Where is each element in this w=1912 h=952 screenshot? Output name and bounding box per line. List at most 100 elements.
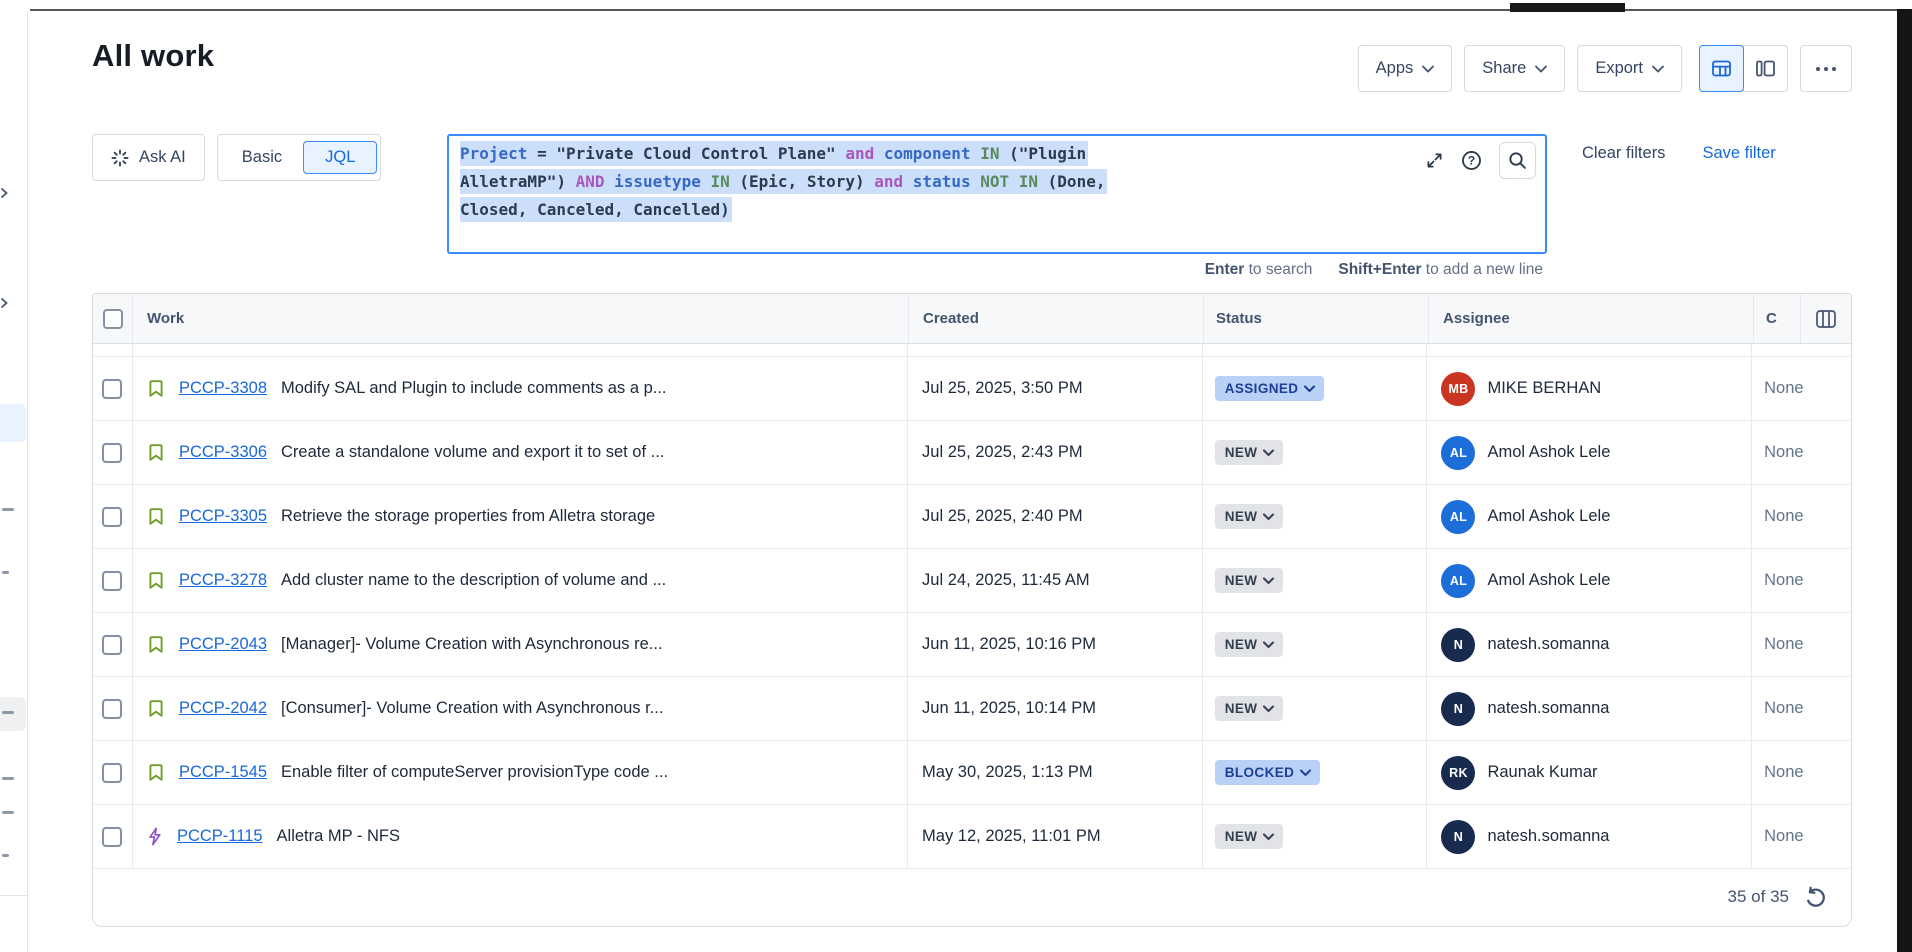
column-header-created[interactable]: Created [909,294,1204,343]
status-badge[interactable]: NEW [1215,632,1284,657]
work-cell: PCCP-3305Retrieve the storage properties… [133,485,908,548]
issue-key-link[interactable]: PCCP-3278 [179,571,267,590]
created-cell: Jul 25, 2025, 2:43 PM [908,421,1203,484]
row-checkbox[interactable] [102,635,122,655]
chevron-down-icon [1304,385,1315,393]
jql-box-icons: ? [1425,139,1536,181]
status-badge[interactable]: NEW [1215,696,1284,721]
extra-cell: None [1752,549,1851,612]
table-row[interactable]: PCCP-3308Modify SAL and Plugin to includ… [93,357,1851,421]
jql-token [903,172,913,191]
status-cell: BLOCKED [1203,741,1428,804]
table-row[interactable]: PCCP-1115 Alletra MP - NFS May 12, 2025, 1… [93,805,1851,869]
avatar: MB [1441,372,1475,406]
ask-ai-button[interactable]: Ask AI [92,134,205,181]
table-row[interactable]: PCCP-1545Enable filter of computeServer … [93,741,1851,805]
row-checkbox[interactable] [102,443,122,463]
jql-input[interactable]: Project = "Private Cloud Control Plane" … [447,134,1547,254]
status-badge[interactable]: ASSIGNED [1215,376,1325,401]
issue-key-link[interactable]: PCCP-1115 [177,827,263,846]
table-row[interactable]: PCCP-3306Create a standalone volume and … [93,421,1851,485]
status-badge[interactable]: NEW [1215,568,1284,593]
window-right-edge [1897,9,1912,952]
work-cell: PCCP-3308Modify SAL and Plugin to includ… [133,357,908,420]
refresh-button[interactable] [1804,886,1827,909]
help-icon[interactable]: ? [1461,150,1482,171]
sidebar-hover-item[interactable] [0,697,26,731]
jql-token: Project [460,144,527,163]
select-all-checkbox[interactable] [103,309,123,329]
scrolled-row-sliver [93,344,1851,357]
row-select-cell [93,677,133,740]
story-icon [147,763,165,782]
issue-key-link[interactable]: PCCP-3305 [179,507,267,526]
clear-filters-link[interactable]: Clear filters [1582,144,1665,163]
issue-key-link[interactable]: PCCP-3308 [179,379,267,398]
status-badge[interactable]: NEW [1215,440,1284,465]
save-filter-link[interactable]: Save filter [1702,144,1775,163]
assignee-cell: MBMIKE BERHAN [1427,357,1752,420]
search-mode-segment: Basic JQL [217,134,382,181]
status-cell: NEW [1203,677,1428,740]
row-checkbox[interactable] [102,763,122,783]
more-options-button[interactable] [1800,45,1852,92]
issue-key-link[interactable]: PCCP-1545 [179,763,267,782]
hint-shift-text: to add a new line [1421,261,1543,278]
table-rows: PCCP-3308Modify SAL and Plugin to includ… [93,357,1851,869]
ai-sparkle-icon [111,149,129,167]
jql-token: status [913,172,971,191]
configure-columns-cell [1801,294,1851,343]
status-badge[interactable]: BLOCKED [1215,760,1321,785]
column-header-extra[interactable]: C [1754,294,1801,343]
status-cell: NEW [1203,421,1428,484]
chevron-down-icon [1263,577,1274,585]
issue-summary: Alletra MP - NFS [277,827,400,846]
assignee-cell: Nnatesh.somanna [1427,613,1752,676]
issue-key-link[interactable]: PCCP-2043 [179,635,267,654]
column-header-work[interactable]: Work [133,294,909,343]
row-checkbox[interactable] [102,379,122,399]
apps-button[interactable]: Apps [1358,45,1453,92]
table-row[interactable]: PCCP-3278Add cluster name to the descrip… [93,549,1851,613]
status-badge[interactable]: NEW [1215,824,1284,849]
table-row[interactable]: PCCP-2042 [Consumer]- Volume Creation wit… [93,677,1851,741]
jql-query-text: Project = "Private Cloud Control Plane" … [460,140,1107,224]
search-button[interactable] [1499,142,1536,179]
jql-token: = "Private Cloud Control Plane" [527,144,845,163]
table-row[interactable]: PCCP-3305Retrieve the storage properties… [93,485,1851,549]
expand-icon[interactable] [1425,151,1444,170]
issue-summary: [Consumer]- Volume Creation with Asynchr… [281,699,663,718]
row-select-cell [93,485,133,548]
apps-button-label: Apps [1376,59,1414,78]
export-button-label: Export [1595,59,1643,78]
mode-basic[interactable]: Basic [221,142,303,173]
created-cell: May 12, 2025, 11:01 PM [908,805,1203,868]
issue-summary: [Manager]- Volume Creation with Asynchro… [281,635,663,654]
table-row[interactable]: PCCP-2043 [Manager]- Volume Creation with… [93,613,1851,677]
row-checkbox[interactable] [102,507,122,527]
work-cell: PCCP-1115 Alletra MP - NFS [133,805,908,868]
detail-view-toggle[interactable] [1743,45,1788,92]
columns-config-icon[interactable] [1815,309,1837,329]
assignee-cell: ALAmol Ashok Lele [1427,485,1752,548]
avatar: RK [1441,756,1475,790]
share-button[interactable]: Share [1464,45,1565,92]
row-checkbox[interactable] [102,571,122,591]
row-checkbox[interactable] [102,699,122,719]
table-view-toggle[interactable] [1699,45,1744,92]
issue-key-link[interactable]: PCCP-2042 [179,699,267,718]
column-header-status[interactable]: Status [1204,294,1429,343]
status-cell: NEW [1203,805,1428,868]
assignee-name: natesh.somanna [1487,827,1609,846]
column-header-assignee[interactable]: Assignee [1429,294,1754,343]
mode-jql[interactable]: JQL [303,141,377,174]
share-button-label: Share [1482,59,1526,78]
row-checkbox[interactable] [102,827,122,847]
status-badge[interactable]: NEW [1215,504,1284,529]
export-button[interactable]: Export [1577,45,1682,92]
table-footer: 35 of 35 [93,869,1851,925]
issue-key-link[interactable]: PCCP-3306 [179,443,267,462]
window-top-tab [1510,3,1625,12]
jql-line: Closed, Canceled, Cancelled) [460,196,1107,224]
sidebar-active-item[interactable] [0,404,26,442]
